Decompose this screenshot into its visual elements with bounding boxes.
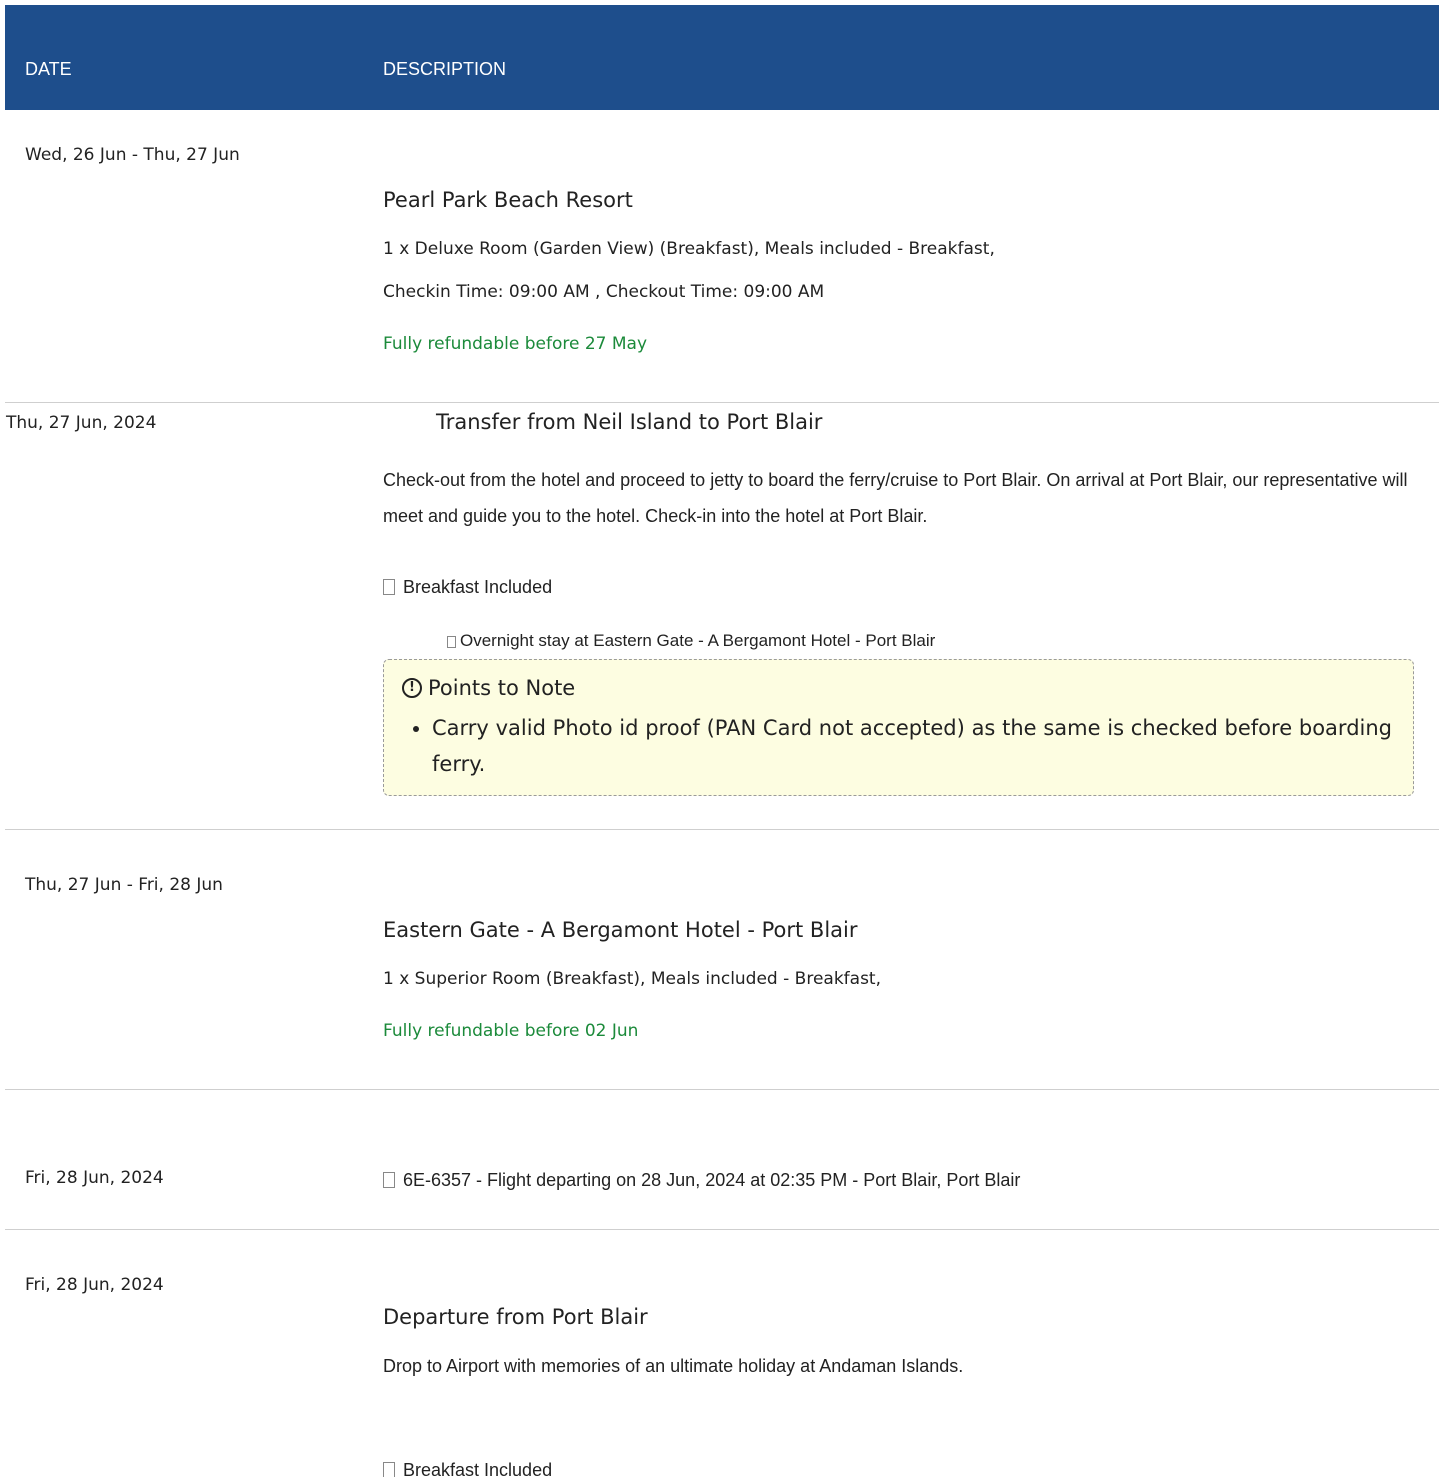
meal-info: Breakfast Included [383,1460,552,1477]
overnight-stay-label: Overnight stay at Eastern Gate - A Berga… [460,631,936,650]
note-item: Carry valid Photo id proof (PAN Card not… [432,710,1392,782]
hotel-name: Eastern Gate - A Bergamont Hotel - Port … [383,918,858,942]
row-divider [5,1089,1439,1090]
refund-policy: Fully refundable before 02 Jun [383,1021,639,1041]
flight-info: 6E-6357 - Flight departing on 28 Jun, 20… [383,1170,1020,1191]
row-date: Thu, 27 Jun, 2024 [6,413,157,433]
meal-info: Breakfast Included [383,577,552,598]
description-column-header: DESCRIPTION [383,59,507,79]
transfer-description: Check-out from the hotel and proceed to … [383,470,1408,526]
refund-policy: Fully refundable before 27 May [383,334,648,354]
note-heading: ! Points to Note [402,676,575,700]
table-header: DATE DESCRIPTION [5,5,1439,110]
hotel-name: Pearl Park Beach Resort [383,188,633,212]
exclamation-icon: ! [402,678,422,698]
departure-description: Drop to Airport with memories of an ulti… [383,1356,964,1376]
meal-icon [383,1462,395,1477]
check-times: Checkin Time: 09:00 AM , Checkout Time: … [383,282,825,302]
date-column-header: DATE [25,59,72,79]
room-details: 1 x Superior Room (Breakfast), Meals inc… [383,969,881,989]
row-divider [5,829,1439,830]
points-to-note: ! Points to Note Carry valid Photo id pr… [383,659,1414,796]
room-details: 1 x Deluxe Room (Garden View) (Breakfast… [383,239,995,259]
row-divider [5,402,1439,403]
meal-label: Breakfast Included [403,1460,553,1477]
departure-title: Departure from Port Blair [383,1305,648,1329]
note-list: Carry valid Photo id proof (PAN Card not… [432,710,1392,782]
flight-label: 6E-6357 - Flight departing on 28 Jun, 20… [403,1170,1021,1190]
transfer-title: Transfer from Neil Island to Port Blair [436,410,823,434]
hotel-icon [447,636,456,648]
row-divider [5,1229,1439,1230]
overnight-stay: Overnight stay at Eastern Gate - A Berga… [447,631,935,651]
meal-label: Breakfast Included [403,577,553,597]
note-title: Points to Note [428,676,576,700]
row-date: Fri, 28 Jun, 2024 [25,1275,164,1295]
flight-icon [383,1172,395,1188]
meal-icon [383,579,395,595]
row-date: Wed, 26 Jun - Thu, 27 Jun [25,145,240,165]
row-date: Thu, 27 Jun - Fri, 28 Jun [25,875,223,895]
row-date: Fri, 28 Jun, 2024 [25,1168,164,1188]
